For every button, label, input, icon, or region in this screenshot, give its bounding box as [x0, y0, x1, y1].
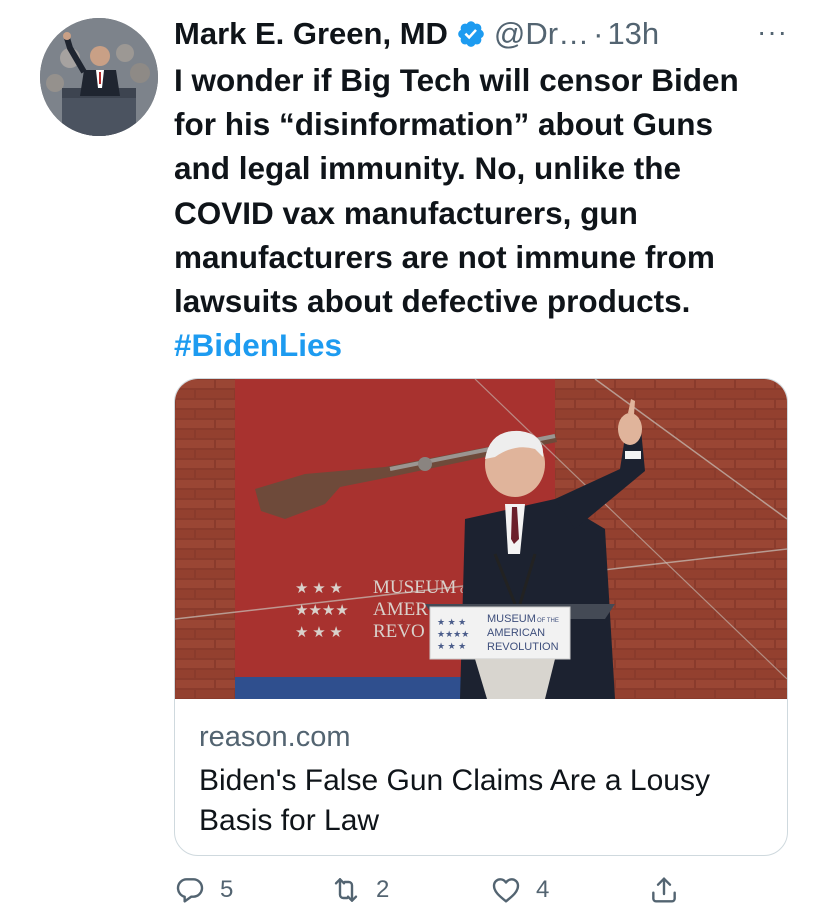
separator-dot: · — [593, 16, 604, 51]
podium-sign-text: AMERICAN — [487, 627, 545, 639]
retweet-icon — [334, 878, 358, 902]
reply-count: 5 — [220, 876, 234, 903]
podium-stars: ★★★★ — [437, 629, 469, 639]
hashtag-link[interactable]: #BidenLies — [174, 323, 794, 367]
card-image[interactable]: ★ ★ ★ ★★★★ ★ ★ ★ MUSEUM o AMER REVO ★ ★ … — [175, 379, 787, 699]
like-count: 4 — [536, 876, 550, 903]
podium-sign-text: MUSEUM — [487, 613, 536, 625]
card-title: Biden's False Gun Claims Are a Lousy Bas… — [199, 764, 710, 837]
card-domain: reason.com — [199, 721, 351, 753]
podium-stars: ★ ★ ★ — [437, 641, 466, 651]
banner-text: AMER — [373, 599, 428, 620]
avatar[interactable] — [40, 18, 158, 136]
podium-sign-text: REVOLUTION — [487, 641, 559, 653]
retweet-button[interactable]: 2 — [330, 868, 389, 912]
share-button[interactable] — [648, 868, 680, 912]
banner-stars: ★★★★ — [295, 603, 349, 619]
heart-icon — [492, 878, 520, 903]
tweet-action-bar: 5 2 4 — [174, 868, 734, 912]
tweet-text-line: I wonder if Big Tech will censor Biden — [174, 62, 739, 98]
tweet-text-line: lawsuits about defective products. — [174, 283, 691, 320]
author-handle[interactable]: @Dr… — [494, 16, 589, 52]
podium-sign-text: OF THE — [537, 618, 559, 624]
banner-stars: ★ ★ ★ — [295, 581, 343, 597]
tweet-header: Mark E. Green, MD @Dr… · 13h ··· — [174, 14, 788, 54]
reply-button[interactable]: 5 — [174, 868, 233, 912]
podium-stars: ★ ★ ★ — [437, 617, 466, 627]
author-name[interactable]: Mark E. Green, MD — [174, 16, 448, 52]
tweet-text-line: manufacturers are not immune from — [174, 238, 715, 275]
banner-text: MUSEUM — [373, 577, 457, 598]
tweet-text-line: COVID vax manufacturers, gun — [174, 194, 638, 231]
verified-badge-icon — [458, 21, 484, 47]
tweet-text: I wonder if Big Tech will censor Biden f… — [174, 58, 794, 367]
tweet-text-line: and legal immunity. No, unlike the — [174, 150, 681, 187]
retweet-count: 2 — [376, 876, 390, 903]
banner-text: REVO — [373, 621, 425, 642]
like-button[interactable]: 4 — [490, 868, 549, 912]
link-preview-card[interactable]: ★ ★ ★ ★★★★ ★ ★ ★ MUSEUM o AMER REVO ★ ★ … — [174, 378, 788, 856]
share-icon — [652, 877, 676, 903]
tweet-text-line: for his “disinformation” about Guns — [174, 106, 713, 143]
more-options-icon[interactable]: ··· — [757, 16, 788, 48]
tweet-timestamp[interactable]: 13h — [607, 16, 659, 52]
avatar-image — [40, 18, 158, 136]
reply-icon — [176, 878, 204, 903]
banner-stars: ★ ★ ★ — [295, 625, 343, 641]
